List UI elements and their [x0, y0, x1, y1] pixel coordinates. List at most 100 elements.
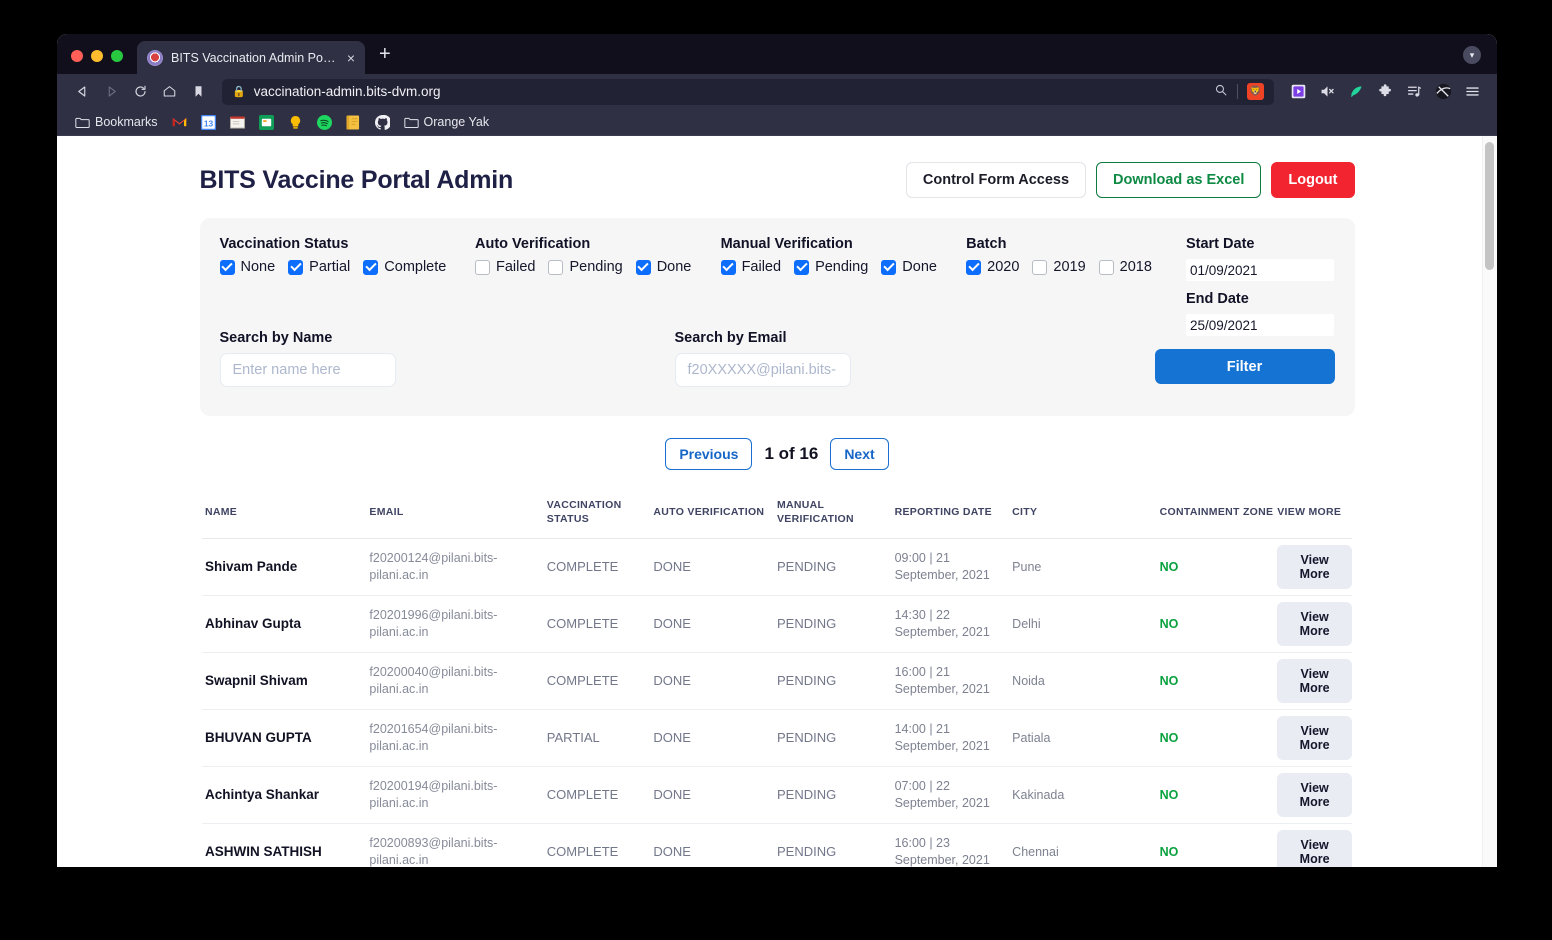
checkbox-box[interactable] [1032, 259, 1048, 275]
checkbox-manual-done[interactable]: Done [881, 259, 937, 275]
bookmarks-folder[interactable]: Bookmarks [71, 113, 162, 132]
checkbox-box[interactable] [966, 259, 982, 275]
checkbox-batch-2019[interactable]: 2019 [1032, 259, 1086, 275]
checkbox-label: Pending [815, 259, 869, 275]
extension-green-icon[interactable] [1343, 79, 1369, 105]
column-header-auto-verification: AUTO VERIFICATION [653, 506, 765, 519]
google-keep-icon [288, 115, 303, 130]
filter-search-row: Search by Name Enter name here Search by… [219, 330, 1335, 387]
browser-tab[interactable]: BITS Vaccination Admin Portal × [137, 41, 365, 74]
cell-reporting-date: 07:00 | 22 September, 2021 [894, 778, 990, 811]
spotify-icon [316, 114, 332, 130]
bookmark-github[interactable] [371, 113, 394, 132]
globe-dark-icon[interactable] [1430, 79, 1456, 105]
cell-containment-zone: NO [1159, 673, 1179, 688]
cell-manual-verification: PENDING [776, 730, 837, 746]
checkbox-box[interactable] [881, 259, 897, 275]
home-icon[interactable] [156, 79, 182, 105]
checkbox-manual-pending[interactable]: Pending [794, 259, 868, 275]
checkbox-box[interactable] [635, 259, 651, 275]
google-sheets-icon [258, 114, 274, 130]
cell-auto-verification: DONE [653, 559, 691, 575]
logout-button[interactable]: Logout [1271, 162, 1355, 198]
address-bar[interactable]: 🔒 vaccination-admin.bits-dvm.org 🦁 [222, 78, 1274, 105]
table-body: Shivam Pande f20200124@pilani.bits-pilani… [202, 539, 1352, 867]
view-more-button[interactable]: View More [1277, 773, 1352, 818]
cell-vaccination-status: COMPLETE [546, 673, 619, 689]
filter-group-label: Manual Verification [720, 236, 853, 252]
playlist-icon[interactable] [1401, 79, 1427, 105]
search-icon[interactable] [1214, 83, 1228, 100]
view-more-button[interactable]: View More [1277, 545, 1352, 590]
checkbox-auto-done[interactable]: Done [635, 259, 691, 275]
bookmark-gmail[interactable] [168, 113, 191, 132]
view-more-button[interactable]: View More [1277, 659, 1352, 704]
checkbox-batch-2020[interactable]: 2020 [966, 259, 1019, 275]
bookmark-google-keep[interactable] [284, 113, 307, 132]
column-header-manual-verification: MANUAL VERIFICATION [776, 499, 854, 526]
cell-reporting-date: 14:30 | 22 September, 2021 [894, 607, 990, 640]
checkbox-box[interactable] [720, 259, 736, 275]
close-window-button[interactable] [71, 50, 83, 62]
close-icon[interactable]: × [347, 51, 355, 65]
reload-icon[interactable] [127, 79, 153, 105]
checkbox-vaccination-none[interactable]: None [219, 259, 275, 275]
bookmark-notebook[interactable] [342, 113, 365, 132]
checkbox-batch-2018[interactable]: 2018 [1098, 259, 1152, 275]
new-tab-button[interactable]: + [365, 44, 405, 74]
checkbox-box[interactable] [219, 259, 235, 275]
cell-name: Swapnil Shivam [205, 672, 308, 688]
address-bar-actions: 🦁 [1214, 83, 1264, 100]
view-more-button[interactable]: View More [1277, 830, 1352, 867]
checkbox-vaccination-partial[interactable]: Partial [288, 259, 350, 275]
bookmark-google-sheets[interactable] [255, 113, 278, 132]
view-more-button[interactable]: View More [1277, 602, 1352, 647]
checkbox-box[interactable] [288, 259, 304, 275]
puzzle-icon[interactable] [1372, 79, 1398, 105]
maximize-window-button[interactable] [111, 50, 123, 62]
page-scrollbar-thumb[interactable] [1485, 142, 1494, 270]
cell-manual-verification: PENDING [776, 787, 837, 803]
checkbox-box[interactable] [1098, 259, 1114, 275]
column-header-email: EMAIL [369, 506, 404, 519]
downloads-icon[interactable]: ▾ [1463, 46, 1481, 64]
forward-arrow-icon[interactable] [98, 79, 124, 105]
checkbox-vaccination-complete[interactable]: Complete [363, 259, 446, 275]
bookmark-icon[interactable] [185, 79, 211, 105]
search-email-input[interactable]: f20XXXXX@pilani.bits- [674, 353, 851, 387]
cell-containment-zone: NO [1159, 787, 1179, 802]
extension-purple-icon[interactable] [1285, 79, 1311, 105]
browser-window: BITS Vaccination Admin Portal × + ▾ 🔒 va… [57, 34, 1497, 867]
cell-name: Achintya Shankar [205, 786, 320, 802]
view-more-button[interactable]: View More [1277, 716, 1352, 761]
cell-email: f20200194@pilani.bits-pilani.ac.in [369, 778, 498, 811]
checkbox-manual-failed[interactable]: Failed [720, 259, 781, 275]
start-date-input[interactable]: 01/09/2021 [1185, 259, 1334, 281]
bookmark-google-calendar[interactable]: 13 [197, 113, 220, 132]
checkbox-auto-failed[interactable]: Failed [474, 259, 535, 275]
checkbox-box[interactable] [794, 259, 810, 275]
mute-tab-icon[interactable] [1314, 79, 1340, 105]
checkbox-box[interactable] [548, 259, 564, 275]
bookmark-notes[interactable] [226, 113, 249, 132]
previous-page-button[interactable]: Previous [665, 438, 753, 470]
cell-name: Shivam Pande [205, 558, 298, 574]
checkbox-box[interactable] [474, 259, 490, 275]
back-arrow-icon[interactable] [69, 79, 95, 105]
next-page-button[interactable]: Next [830, 438, 889, 470]
filter-button[interactable]: Filter [1154, 349, 1335, 384]
column-header-city: CITY [1012, 506, 1038, 519]
menu-icon[interactable] [1459, 79, 1485, 105]
search-name-input[interactable]: Enter name here [219, 353, 396, 387]
cell-vaccination-status: COMPLETE [546, 844, 619, 860]
search-by-email-group: Search by Email f20XXXXX@pilani.bits- [674, 330, 1130, 387]
bookmark-folder-orange-yak[interactable]: Orange Yak [400, 113, 494, 132]
brave-shield-icon[interactable]: 🦁 [1247, 83, 1264, 100]
download-as-excel-button[interactable]: Download as Excel [1096, 162, 1262, 198]
checkbox-auto-pending[interactable]: Pending [548, 259, 623, 275]
bookmark-spotify[interactable] [313, 113, 336, 132]
page-scrollbar-track[interactable] [1482, 136, 1497, 867]
minimize-window-button[interactable] [91, 50, 103, 62]
control-form-access-button[interactable]: Control Form Access [905, 162, 1087, 198]
checkbox-box[interactable] [363, 259, 379, 275]
